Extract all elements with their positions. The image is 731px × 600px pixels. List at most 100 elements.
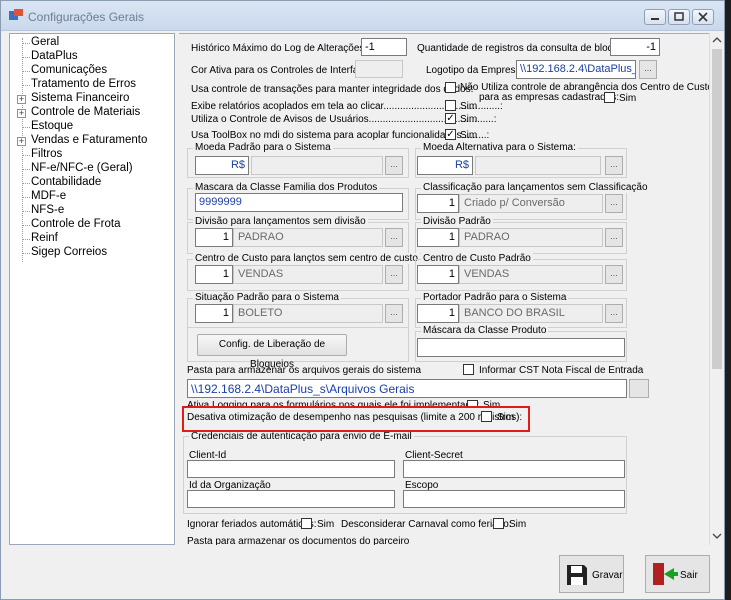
tree-item-label: Controle de Materiais xyxy=(31,106,141,118)
scroll-up-icon[interactable] xyxy=(710,33,724,47)
cc-padrao-num[interactable]: 1 xyxy=(417,265,459,284)
expand-icon[interactable]: + xyxy=(17,95,26,104)
logo-input[interactable]: \\192.168.2.4\DataPlus_ xyxy=(516,60,636,79)
carnaval-checkbox[interactable] xyxy=(493,518,504,529)
tree-item-label: Estoque xyxy=(31,120,74,132)
nao-utiliza-checkbox[interactable] xyxy=(604,92,615,103)
pasta-label: Pasta para armazenar os arquivos gerais … xyxy=(187,365,422,376)
minimize-button[interactable] xyxy=(644,9,666,25)
exit-door-icon xyxy=(653,563,678,585)
tree-item-label: Comunicações xyxy=(31,64,108,76)
expand-icon[interactable]: + xyxy=(17,137,26,146)
sair-button[interactable]: Sair xyxy=(645,555,710,593)
id-org-input[interactable] xyxy=(187,490,395,508)
moeda-padrao-desc xyxy=(251,156,383,175)
moeda-alt-desc xyxy=(475,156,601,175)
divisao-lanc-browse[interactable]: ... xyxy=(385,228,403,247)
carnaval-sim: Sim xyxy=(509,519,527,530)
exibe-label: Exibe relatórios acoplados em tela ao cl… xyxy=(191,101,503,112)
cst-checkbox[interactable] xyxy=(463,364,474,375)
settings-tree: Geral DataPlus Comunicações Tratamento de E… xyxy=(9,33,175,545)
exibe-sim: Sim xyxy=(460,101,478,112)
scrollbar-thumb[interactable] xyxy=(712,49,722,369)
vertical-scrollbar[interactable] xyxy=(709,33,723,545)
tree-connector xyxy=(22,211,30,212)
divisao-padrao-num[interactable]: 1 xyxy=(417,228,459,247)
portador-browse[interactable]: ... xyxy=(605,304,623,323)
cc-padrao-browse[interactable]: ... xyxy=(605,265,623,284)
cc-lanc-label: Centro de Custo para lançtos sem centro … xyxy=(193,253,420,264)
tree-item-label: Tratamento de Erros xyxy=(31,78,137,90)
moeda-padrao-input[interactable]: R$ xyxy=(195,156,249,175)
situacao-desc: BOLETO xyxy=(233,304,383,323)
cst-label: Informar CST Nota Fiscal de Entrada xyxy=(479,365,644,376)
hist-input[interactable]: -1 xyxy=(361,38,407,56)
tree-item-label: MDF-e xyxy=(31,190,67,202)
avisos-sim: Sim xyxy=(460,114,478,125)
hist-label: Histórico Máximo do Log de Alterações: xyxy=(191,43,368,54)
gravar-button[interactable]: Gravar xyxy=(559,555,624,593)
highlight-box xyxy=(182,406,530,432)
moeda-alt-browse[interactable]: ... xyxy=(605,156,623,175)
moeda-alt-input[interactable]: R$ xyxy=(417,156,473,175)
escopo-input[interactable] xyxy=(403,490,625,508)
pasta-browse[interactable] xyxy=(629,379,649,398)
tree-connector xyxy=(22,127,30,128)
exibe-checkbox[interactable] xyxy=(445,100,456,111)
expand-icon[interactable]: + xyxy=(17,109,26,118)
cc-lanc-browse[interactable]: ... xyxy=(385,265,403,284)
transacoes-label: Usa controle de transações para manter i… xyxy=(191,84,474,95)
classificacao-num[interactable]: 1 xyxy=(417,194,459,213)
mascara-familia-label: Mascara da Classe Familia dos Produtos xyxy=(193,182,380,193)
divisao-padrao-label: Divisão Padrão xyxy=(421,216,493,227)
mascara-produto-label: Máscara da Classe Produto xyxy=(421,325,549,336)
mascara-produto-input[interactable] xyxy=(417,338,625,357)
tree-item-label: DataPlus xyxy=(31,50,78,62)
ignorar-sim: Sim xyxy=(317,519,335,530)
pasta-input[interactable]: \\192.168.2.4\DataPlus_s\Arquivos Gerais xyxy=(187,379,627,398)
divisao-lanc-desc: PADRAO xyxy=(233,228,383,247)
logo-label: Logotipo da Empresa: xyxy=(426,65,524,76)
portador-num[interactable]: 1 xyxy=(417,304,459,323)
save-icon xyxy=(567,565,587,585)
moeda-padrao-label: Moeda Padrão para o Sistema xyxy=(193,142,333,153)
avisos-checkbox[interactable]: ✓ xyxy=(445,113,456,124)
tree-item-label: Geral xyxy=(31,36,60,48)
ignorar-checkbox[interactable] xyxy=(301,518,312,529)
tree-connector xyxy=(22,43,30,44)
app-icon xyxy=(9,9,23,20)
classificacao-desc: Criado p/ Conversão xyxy=(459,194,603,213)
sair-label: Sair xyxy=(680,570,698,581)
transacoes-checkbox[interactable] xyxy=(445,82,456,93)
nao-utiliza-sim: Sim xyxy=(619,93,637,104)
moeda-padrao-browse[interactable]: ... xyxy=(385,156,403,175)
carnaval-label: Desconsiderar Carnaval como feriado: xyxy=(341,519,512,530)
close-button[interactable] xyxy=(692,9,714,25)
credenciais-label: Credenciais de autenticação para envio d… xyxy=(189,431,414,442)
situacao-num[interactable]: 1 xyxy=(195,304,233,323)
config-bloqueios-button[interactable]: Config. de Liberação de Bloqueios xyxy=(197,334,347,370)
situacao-browse[interactable]: ... xyxy=(385,304,403,323)
logo-browse-button[interactable]: ... xyxy=(639,60,657,79)
cc-lanc-desc: VENDAS xyxy=(233,265,383,284)
cc-lanc-num[interactable]: 1 xyxy=(195,265,233,284)
close-icon xyxy=(698,12,708,22)
client-secret-input[interactable] xyxy=(403,460,625,478)
cc-padrao-desc: VENDAS xyxy=(459,265,603,284)
scroll-down-icon[interactable] xyxy=(710,529,724,543)
tree-item-label: Sigep Correios xyxy=(31,246,108,258)
qtd-input[interactable]: -1 xyxy=(610,38,660,56)
client-id-input[interactable] xyxy=(187,460,395,478)
tree-item-label: NF-e/NFC-e (Geral) xyxy=(31,162,133,174)
maximize-button[interactable] xyxy=(668,9,690,25)
toolbox-checkbox[interactable]: ✓ xyxy=(445,129,456,140)
tree-connector xyxy=(22,169,30,170)
tree-connector xyxy=(22,225,30,226)
cor-picker[interactable] xyxy=(355,60,403,78)
divisao-lanc-num[interactable]: 1 xyxy=(195,228,233,247)
classificacao-browse[interactable]: ... xyxy=(605,194,623,213)
divisao-padrao-browse[interactable]: ... xyxy=(605,228,623,247)
mascara-familia-input[interactable]: 9999999 xyxy=(195,193,403,212)
main-window: Configurações Gerais Geral DataPlus Comuni… xyxy=(0,0,725,600)
tree-connector xyxy=(22,183,30,184)
